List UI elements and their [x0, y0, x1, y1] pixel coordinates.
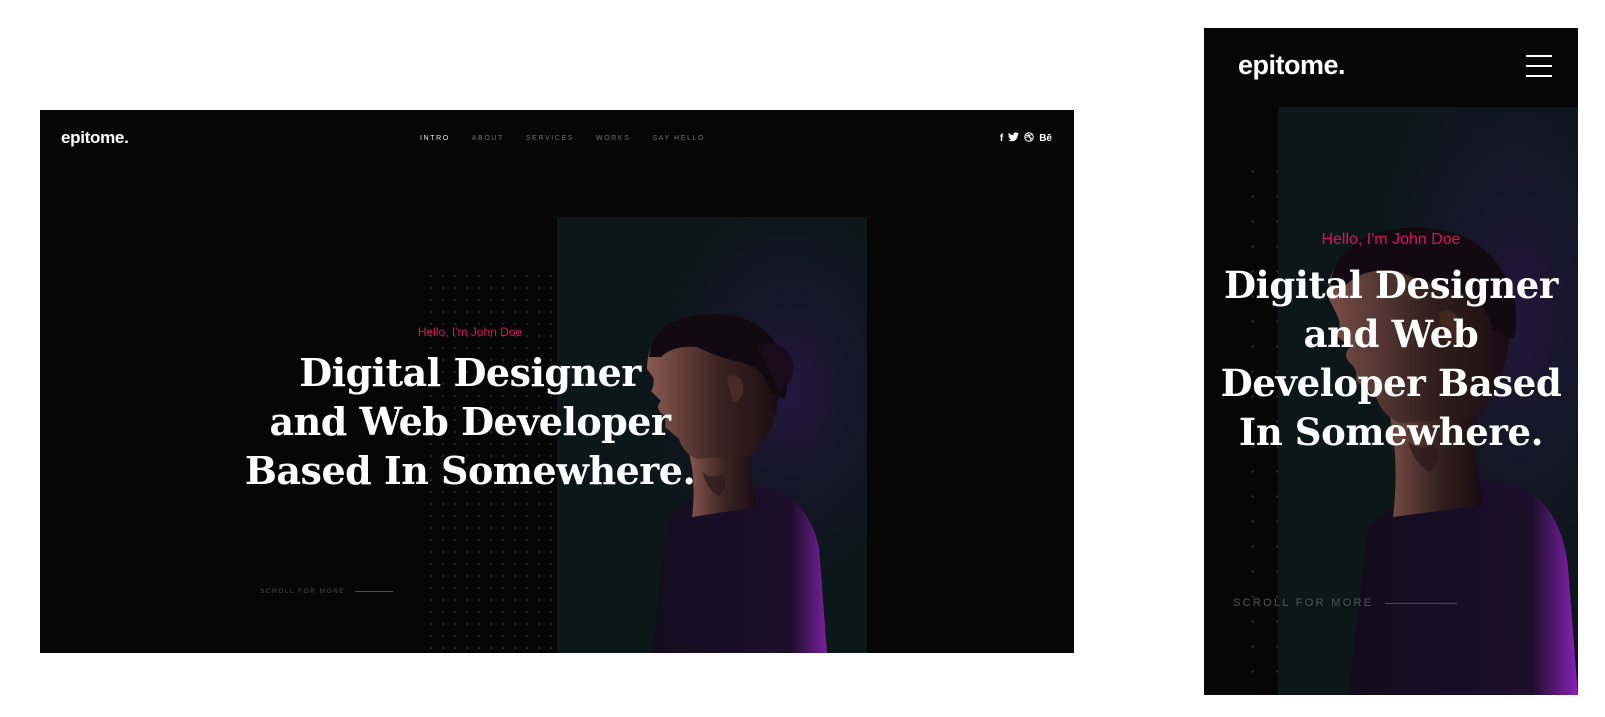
hero-headline-line: and Web Developer	[269, 399, 671, 444]
hamburger-menu-icon[interactable]	[1526, 55, 1552, 77]
hero-greeting: Hello, I'm John Doe	[1321, 231, 1461, 248]
scroll-line	[355, 591, 394, 592]
nav-item-about[interactable]: ABOUT	[472, 135, 504, 142]
desktop-preview: epitome. INTRO ABOUT SERVICES WORKS SAY …	[40, 110, 1074, 653]
hero-headline: Digital Designer and Web Developer Based…	[1214, 261, 1568, 457]
scroll-line	[1385, 602, 1458, 604]
hero-headline: Digital Designer and Web Developer Based…	[230, 348, 710, 495]
hero-headline-line: Digital Designer	[1224, 263, 1558, 307]
hero-greeting: Hello, I'm John Doe	[417, 325, 523, 339]
hero-headline-line: and Web	[1303, 312, 1479, 356]
nav-item-works[interactable]: WORKS	[596, 135, 630, 142]
nav-item-say-hello[interactable]: SAY HELLO	[652, 135, 705, 142]
facebook-icon[interactable]: f	[1000, 133, 1003, 145]
scroll-for-more-link[interactable]: SCROLL FOR MORE	[260, 588, 394, 595]
hero-headline-line: Digital Designer	[299, 350, 641, 395]
behance-icon[interactable]: Bē	[1039, 133, 1052, 145]
scroll-for-more-link[interactable]: SCROLL FOR MORE	[1233, 597, 1458, 609]
social-links: f Bē	[1000, 132, 1052, 146]
site-logo[interactable]: epitome.	[1238, 50, 1346, 81]
dribbble-icon[interactable]	[1024, 132, 1034, 146]
hero-headline-line: Based In Somewhere.	[244, 448, 696, 493]
mobile-preview: epitome. Hello, I'm John Doe Digital Des…	[1204, 28, 1578, 695]
scroll-label: SCROLL FOR MORE	[1233, 597, 1374, 609]
nav-item-intro[interactable]: INTRO	[420, 135, 450, 142]
mobile-header: epitome.	[1204, 28, 1578, 107]
scroll-label: SCROLL FOR MORE	[260, 588, 346, 595]
hero-headline-line: Developer Based	[1220, 361, 1562, 405]
nav-item-services[interactable]: SERVICES	[526, 135, 574, 142]
site-logo[interactable]: epitome.	[61, 128, 129, 148]
twitter-icon[interactable]	[1008, 132, 1020, 146]
hero-headline-line: In Somewhere.	[1238, 410, 1544, 454]
main-nav: INTRO ABOUT SERVICES WORKS SAY HELLO	[420, 135, 705, 142]
